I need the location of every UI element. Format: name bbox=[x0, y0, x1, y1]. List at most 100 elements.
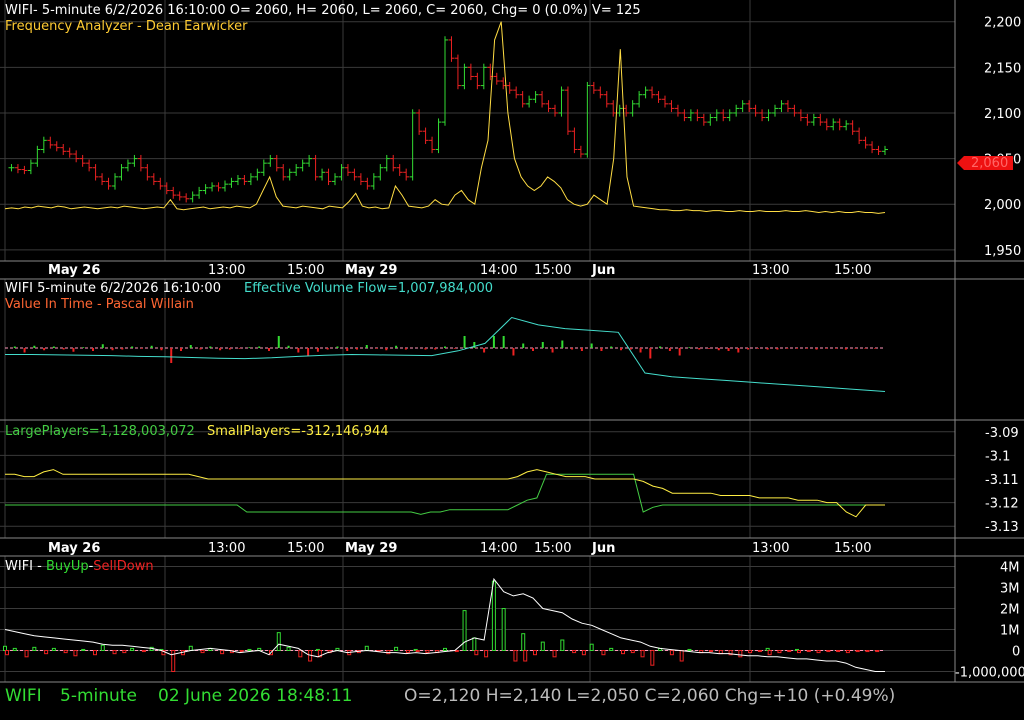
value-in-time-bar bbox=[140, 348, 143, 349]
value-in-time-bar bbox=[483, 348, 486, 353]
value-in-time-bar bbox=[111, 348, 114, 351]
value-in-time-bar bbox=[170, 348, 173, 363]
value-in-time-bar bbox=[121, 348, 124, 350]
selldown-bar bbox=[523, 650, 528, 662]
time-major-label: May 29 bbox=[345, 541, 397, 556]
value-in-time-bar bbox=[815, 348, 818, 350]
time-minor-label: 15:00 bbox=[287, 541, 324, 556]
selldown-bar bbox=[865, 650, 870, 653]
selldown-bar bbox=[386, 650, 391, 655]
value-in-time-bar bbox=[150, 345, 153, 348]
buyup-tick-label: 1M bbox=[1000, 624, 1020, 639]
value-in-time-bar bbox=[659, 346, 662, 348]
buyup-bar bbox=[443, 647, 447, 652]
value-in-time-bar bbox=[375, 348, 378, 349]
value-in-time-bar bbox=[72, 348, 75, 352]
selldown-bar bbox=[650, 650, 655, 666]
value-in-time-bar bbox=[717, 348, 720, 351]
value-in-time-bar bbox=[238, 348, 241, 349]
selldown-bar bbox=[415, 650, 420, 653]
selldown-bar bbox=[748, 650, 753, 654]
value-in-time-bar bbox=[62, 348, 65, 350]
price-tag-value: 2,060 bbox=[971, 156, 1008, 171]
value-in-time-bar bbox=[532, 348, 534, 351]
buyup-bar bbox=[100, 644, 105, 651]
buyup-bar bbox=[188, 645, 193, 651]
value-in-time-bar bbox=[131, 346, 134, 348]
value-in-time-bar bbox=[453, 348, 456, 349]
selldown-bar bbox=[797, 650, 801, 654]
players-tick-label: -3.12 bbox=[985, 497, 1019, 512]
players-tick-label: -3.13 bbox=[985, 520, 1019, 535]
value-in-time-bar bbox=[385, 348, 388, 351]
value-in-time-bar bbox=[727, 348, 730, 351]
value-in-time-bar bbox=[580, 348, 583, 351]
players-tick-label: -3.09 bbox=[985, 426, 1019, 441]
time-minor-label: 15:00 bbox=[834, 541, 871, 556]
value-in-time-bar bbox=[424, 348, 427, 350]
selldown-bar bbox=[826, 650, 831, 653]
value-in-time-bar bbox=[228, 348, 231, 350]
buyup-tick-label: -1,000,000 bbox=[955, 666, 1024, 681]
small-players-label: SmallPlayers=-312,146,944 bbox=[207, 424, 389, 439]
value-in-time-bar bbox=[766, 348, 769, 350]
price-tick-label: 2,100 bbox=[984, 107, 1021, 122]
value-in-time-bar bbox=[512, 348, 515, 356]
value-in-time-bar bbox=[326, 348, 329, 350]
value-in-time-bar bbox=[854, 348, 857, 349]
value-in-time-bar bbox=[835, 348, 838, 349]
buyup-bar bbox=[462, 610, 467, 651]
selldown-bar bbox=[836, 650, 841, 653]
buyup-bar bbox=[687, 648, 692, 652]
selldown-bar bbox=[855, 650, 860, 653]
selldown-bar bbox=[122, 650, 127, 654]
selldown-bar bbox=[73, 650, 78, 657]
status-datetime: 02 June 2026 18:48:11 bbox=[158, 686, 352, 706]
time-minor-label: 13:00 bbox=[752, 263, 789, 278]
selldown-bar bbox=[601, 650, 606, 656]
value-in-time-bar bbox=[649, 348, 652, 359]
value-in-time-bar bbox=[336, 346, 339, 348]
value-in-time-bar bbox=[434, 348, 437, 350]
value-in-time-bar bbox=[756, 348, 759, 349]
selldown-bar bbox=[93, 650, 97, 656]
status-ohlc: O=2,120 H=2,140 L=2,050 C=2,060 Chg=+10 … bbox=[404, 686, 895, 706]
selldown-bar bbox=[44, 650, 49, 655]
value-in-time-bar bbox=[561, 340, 564, 348]
value-in-time-bar bbox=[287, 345, 290, 348]
selldown-bar bbox=[845, 650, 850, 654]
time-major-label: Jun bbox=[591, 541, 615, 556]
value-in-time-bar bbox=[43, 348, 46, 351]
buyup-tick-label: 2M bbox=[1000, 603, 1020, 618]
selldown-bar bbox=[640, 650, 645, 658]
selldown-bar bbox=[141, 650, 146, 653]
buyup-selldown-header: WIFI - BuyUp-SellDown bbox=[5, 559, 154, 574]
frequency-analyzer-label: Frequency Analyzer - Dean Earwicker bbox=[5, 19, 248, 34]
price-tick-label: 1,950 bbox=[984, 244, 1021, 259]
value-in-time-bar bbox=[698, 348, 701, 350]
value-in-time-bar bbox=[590, 343, 593, 348]
value-in-time-bar bbox=[844, 348, 847, 350]
value-in-time-bar bbox=[796, 348, 798, 349]
selldown-bar bbox=[572, 650, 577, 654]
selldown-bar bbox=[220, 650, 225, 655]
value-in-time-bar bbox=[52, 346, 55, 348]
value-in-time-bar bbox=[571, 348, 574, 350]
value-in-time-bar bbox=[805, 348, 808, 349]
time-major-label: May 26 bbox=[48, 263, 100, 278]
selldown-bar bbox=[738, 650, 743, 658]
time-major-label: Jun bbox=[591, 263, 615, 278]
buyup-bar bbox=[609, 647, 614, 652]
selldown-bar bbox=[875, 650, 880, 653]
selldown-bar bbox=[513, 650, 518, 662]
volume-flow-header: WIFI 5-minute 6/2/2026 16:10:00 bbox=[5, 281, 221, 296]
value-in-time-bar bbox=[219, 348, 222, 351]
value-in-time-bar bbox=[258, 346, 261, 348]
value-in-time-bar bbox=[874, 348, 877, 349]
value-in-time-bar bbox=[189, 345, 192, 348]
time-minor-label: 14:00 bbox=[480, 263, 517, 278]
value-in-time-bar bbox=[668, 348, 671, 351]
value-in-time-bar bbox=[180, 348, 182, 351]
buyup-bar bbox=[394, 646, 399, 651]
buyup-tick-label: 4M bbox=[1000, 561, 1020, 576]
